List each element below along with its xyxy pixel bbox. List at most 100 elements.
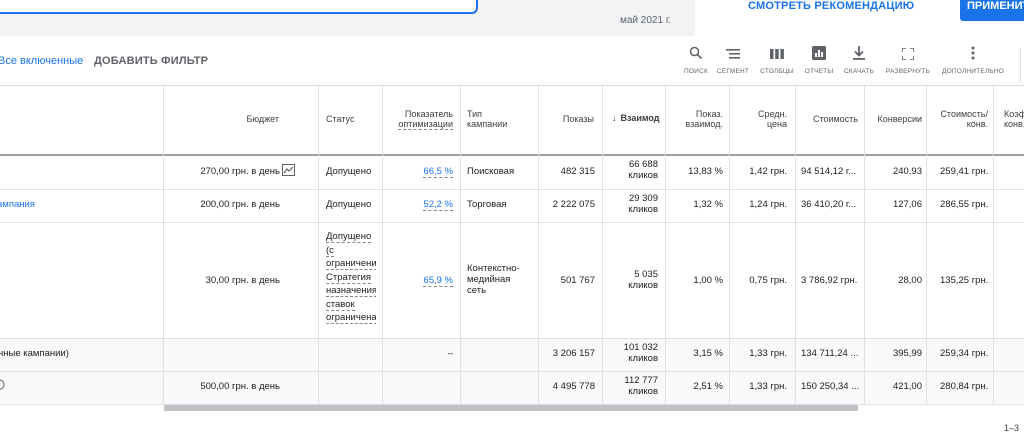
add-filter-button[interactable]: ДОБАВИТЬ ФИЛЬТР <box>94 55 208 67</box>
columns-tool[interactable]: СТОЛБЦЫ <box>758 46 796 75</box>
grid-line <box>538 86 539 404</box>
horizontal-scrollbar[interactable] <box>164 405 858 411</box>
optimization-score-value: 66,5 % <box>423 166 453 178</box>
row-divider <box>0 371 1024 372</box>
grid-line <box>729 86 730 404</box>
filter-all-enabled[interactable]: Все включенные <box>0 55 83 67</box>
chart-area: май 2021 г. <box>0 0 695 36</box>
status-line: Стратегия <box>326 271 372 284</box>
interaction-rate-cell: 1,00 % <box>693 275 723 286</box>
interactions-unit: кликов <box>628 353 658 364</box>
impressions-cell: 501 767 <box>560 275 595 286</box>
impressions-cell: 2 222 075 <box>552 199 595 210</box>
view-recommendation-button[interactable]: СМОТРЕТЬ РЕКОМЕНДАЦИЮ <box>748 0 914 12</box>
optimization-score[interactable]: 66,5 % <box>400 166 453 178</box>
col-optimization-line1: Показатель <box>404 109 453 119</box>
chart-date-label: май 2021 г. <box>620 15 672 26</box>
campaign-type-cell: Контекстно- медийная сеть <box>467 263 520 296</box>
col-interaction-rate-line1: Показ. <box>695 109 723 119</box>
interactions-cell: 66 688 кликов <box>604 159 658 181</box>
grid-line <box>665 86 666 404</box>
avg-cost-cell: 1,42 грн. <box>749 166 787 177</box>
search-tool-label: ПОИСК <box>684 68 708 75</box>
status-cell: Допущено <box>326 199 372 210</box>
impressions-cell: 482 315 <box>560 166 595 177</box>
grid-line <box>864 86 865 404</box>
reports-tool[interactable]: ОТЧЕТЫ <box>803 46 835 75</box>
conversions-cell: 395,99 <box>892 348 922 359</box>
campaign-type-line: Контекстно- <box>467 263 520 274</box>
grid-line <box>318 86 319 404</box>
interactions-value: 5 035 <box>634 269 658 280</box>
interaction-rate-cell: 13,83 % <box>688 166 723 177</box>
interactions-value: 66 688 <box>628 159 658 170</box>
reports-tool-label: ОТЧЕТЫ <box>804 68 834 75</box>
cost-cell: 94 514,12 г... <box>801 166 857 177</box>
interactions-cell: 5 035 кликов <box>604 269 658 291</box>
interactions-unit: кликов <box>628 386 658 397</box>
optimization-score[interactable]: 52,2 % <box>400 199 453 211</box>
status-line: ставок <box>326 298 355 311</box>
col-avg-cost-line1: Средн. <box>757 109 787 119</box>
campaigns-view: май 2021 г. СМОТРЕТЬ РЕКОМЕНДАЦИЮ ПРИМЕН… <box>0 0 1024 446</box>
columns-tool-label: СТОЛБЦЫ <box>760 68 794 75</box>
grid-line <box>993 86 994 404</box>
interactions-cell: 112 777 кликов <box>604 375 658 397</box>
more-tool[interactable]: ДОПОЛНИТЕЛЬНО <box>940 46 1006 75</box>
conversions-cell: 421,00 <box>892 381 922 392</box>
recommendation-card: СМОТРЕТЬ РЕКОМЕНДАЦИЮ ПРИМЕНИТЬ <box>718 0 1024 36</box>
budget-trend-icon[interactable] <box>282 164 295 179</box>
cost-per-conv-cell: 135,25 грн. <box>940 275 989 286</box>
info-icon[interactable] <box>0 379 5 393</box>
row-divider <box>0 189 1024 190</box>
status-line: назначения <box>326 285 376 297</box>
optimization-score: – <box>447 348 453 359</box>
status-line: ограничени <box>326 258 376 270</box>
budget-cell[interactable]: 30,00 грн. в день <box>168 275 280 286</box>
cost-cell: 150 250,34 ... <box>801 381 860 392</box>
avg-cost-cell: 1,24 грн. <box>749 199 787 210</box>
cost-cell: 134 711,24 ... <box>801 348 859 359</box>
row-divider <box>0 338 1024 339</box>
sort-arrow-icon: ↓ <box>612 113 617 123</box>
status-cell: Допущено <box>326 166 372 177</box>
col-optimization-line2: оптимизации <box>398 119 453 130</box>
campaign-name-link[interactable]: ампания <box>0 199 35 210</box>
apply-button[interactable]: ПРИМЕНИТЬ <box>960 0 1024 21</box>
download-tool[interactable]: СКАЧАТЬ <box>842 46 876 75</box>
cost-per-conv-cell: 280,84 грн. <box>940 381 989 392</box>
optimization-score[interactable]: 65,9 % <box>400 275 453 287</box>
search-tool[interactable]: ПОИСК <box>683 46 709 75</box>
grid-line <box>382 86 383 404</box>
toolbar-divider <box>1020 48 1021 82</box>
campaign-type-cell: Торговая <box>467 199 507 210</box>
status-line: (с <box>326 244 334 257</box>
cost-per-conv-cell: 286,55 грн. <box>940 199 989 210</box>
col-conv-rate-line1: Коэф. <box>1004 109 1024 119</box>
campaign-type-cell: Поисковая <box>467 166 515 177</box>
segment-tool[interactable]: СЕГМЕНТ <box>715 46 751 75</box>
avg-cost-cell: 1,33 грн. <box>749 381 787 392</box>
download-tool-label: СКАЧАТЬ <box>843 68 875 75</box>
fullscreen-icon <box>884 46 932 64</box>
interactions-unit: кликов <box>628 170 658 181</box>
budget-cell[interactable]: 200,00 грн. в день <box>168 199 280 210</box>
interaction-rate-cell: 3,15 % <box>693 348 723 359</box>
cost-cell: 3 786,92 грн. <box>801 275 858 286</box>
cost-per-conv-cell: 259,41 грн. <box>940 166 989 177</box>
interactions-unit: кликов <box>628 280 658 291</box>
interactions-cell: 29 309 кликов <box>604 193 658 215</box>
interaction-rate-cell: 1,32 % <box>693 199 723 210</box>
budget-cell[interactable]: 270,00 грн. в день <box>168 166 280 177</box>
status-line: ограничена <box>326 312 376 324</box>
status-line: Допущено <box>326 231 372 243</box>
segment-tool-label: СЕГМЕНТ <box>716 68 750 75</box>
col-conv-rate[interactable]: Коэф. конв. <box>1004 109 1024 178</box>
conversions-cell: 127,06 <box>892 199 922 210</box>
filter-bar: Все включенные ДОБАВИТЬ ФИЛЬТР ПОИСК СЕГ… <box>0 36 1024 86</box>
cost-cell: 36 410,20 г... <box>801 199 857 210</box>
interaction-rate-cell: 2,51 % <box>693 381 723 392</box>
expand-tool[interactable]: РАЗВЕРНУТЬ <box>884 46 932 75</box>
cost-per-conv-cell: 259,34 грн. <box>940 348 989 359</box>
campaign-type-line: медийная <box>467 274 511 285</box>
